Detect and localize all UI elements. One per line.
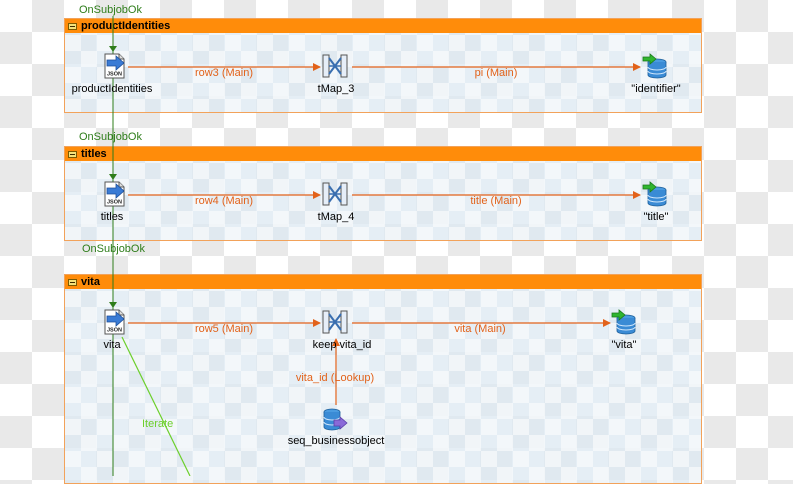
- json-file-arrow-icon: JSON: [104, 309, 125, 335]
- svg-text:JSON: JSON: [107, 200, 122, 206]
- link-label-pi[interactable]: pi (Main): [475, 67, 518, 79]
- trigger-arrowhead: [109, 302, 117, 308]
- database-purple-arrow-icon: [323, 408, 348, 431]
- component-db-lookup[interactable]: [322, 406, 348, 432]
- component-label[interactable]: vita: [103, 339, 120, 351]
- database-green-arrow-icon: [611, 309, 636, 335]
- component-json-input[interactable]: JSON: [102, 53, 128, 79]
- iterate-label[interactable]: Iterate: [142, 418, 173, 430]
- component-tmap[interactable]: [322, 309, 348, 335]
- component-db-output[interactable]: [642, 53, 668, 79]
- link-label-row5[interactable]: row5 (Main): [195, 323, 253, 335]
- database-green-arrow-icon: [642, 181, 667, 207]
- component-json-input[interactable]: JSON: [102, 309, 128, 335]
- link-label-title[interactable]: title (Main): [470, 195, 521, 207]
- svg-text:JSON: JSON: [107, 72, 122, 78]
- component-label[interactable]: titles: [101, 211, 124, 223]
- trigger-label[interactable]: OnSubjobOk: [79, 4, 142, 16]
- link-label-vita-id-lookup[interactable]: vita_id (Lookup): [296, 372, 374, 384]
- link-label-row4[interactable]: row4 (Main): [195, 195, 253, 207]
- component-label[interactable]: keep vita_id: [313, 339, 372, 351]
- tmap-cross-icon: [322, 182, 348, 206]
- link-label-vita[interactable]: vita (Main): [454, 323, 505, 335]
- component-label[interactable]: "identifier": [631, 83, 680, 95]
- component-label[interactable]: seq_businessobject: [288, 435, 385, 447]
- component-db-output[interactable]: [611, 309, 637, 335]
- component-tmap[interactable]: [322, 181, 348, 207]
- json-file-arrow-icon: JSON: [104, 53, 125, 79]
- trigger-arrowhead: [109, 174, 117, 180]
- component-label[interactable]: "vita": [612, 339, 637, 351]
- component-db-output[interactable]: [642, 181, 668, 207]
- tmap-cross-icon: [322, 310, 348, 334]
- component-label[interactable]: "title": [644, 211, 669, 223]
- job-design-canvas[interactable]: productIdentities titles vita OnSubjobOk…: [0, 0, 793, 484]
- trigger-label[interactable]: OnSubjobOk: [82, 243, 145, 255]
- iterate-link[interactable]: [121, 336, 191, 476]
- component-label[interactable]: tMap_3: [318, 83, 355, 95]
- component-json-input[interactable]: JSON: [102, 181, 128, 207]
- component-tmap[interactable]: [322, 53, 348, 79]
- tmap-cross-icon: [322, 54, 348, 78]
- component-label[interactable]: tMap_4: [318, 211, 355, 223]
- json-file-arrow-icon: JSON: [104, 181, 125, 207]
- component-label[interactable]: productIdentities: [72, 83, 153, 95]
- svg-text:JSON: JSON: [107, 328, 122, 334]
- database-green-arrow-icon: [642, 53, 667, 79]
- trigger-label[interactable]: OnSubjobOk: [79, 131, 142, 143]
- trigger-arrowhead: [109, 46, 117, 52]
- link-label-row3[interactable]: row3 (Main): [195, 67, 253, 79]
